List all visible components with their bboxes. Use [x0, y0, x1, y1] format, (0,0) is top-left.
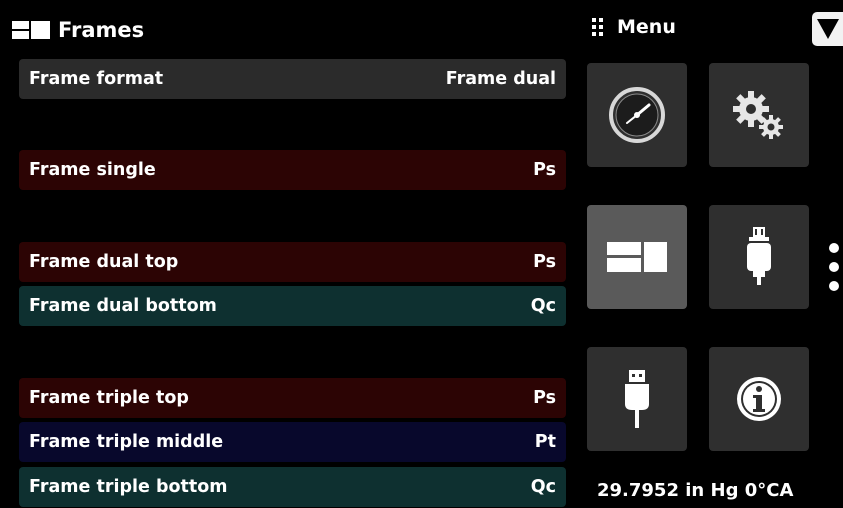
- frame-triple-middle-row[interactable]: Frame triple middle Pt: [19, 422, 566, 462]
- frame-single-row[interactable]: Frame single Ps: [19, 150, 566, 190]
- row-value: Ps: [533, 252, 556, 272]
- dropdown-button[interactable]: [812, 12, 843, 46]
- sensor-icon: [747, 227, 771, 285]
- page-dot[interactable]: [829, 243, 839, 253]
- row-label: Frame dual top: [29, 252, 179, 272]
- info-icon: [737, 377, 781, 421]
- gauge-icon: [609, 87, 665, 143]
- frame-triple-top-row[interactable]: Frame triple top Ps: [19, 378, 566, 418]
- page-indicator[interactable]: [829, 243, 839, 291]
- row-value: Qc: [530, 296, 556, 316]
- frames-icon: [12, 21, 50, 39]
- barometric-reading: 29.7952 in Hg 0°CA: [597, 480, 794, 501]
- row-value: Pt: [534, 432, 556, 452]
- frame-dual-top-row[interactable]: Frame dual top Ps: [19, 242, 566, 282]
- frame-dual-bottom-row[interactable]: Frame dual bottom Qc: [19, 286, 566, 326]
- frame-triple-bottom-row[interactable]: Frame triple bottom Qc: [19, 467, 566, 507]
- settings-tile[interactable]: [709, 63, 809, 167]
- row-label: Frame format: [29, 69, 164, 89]
- frame-format-row[interactable]: Frame format Frame dual: [19, 59, 566, 99]
- page-title: Frames: [12, 14, 144, 46]
- page-title-label: Frames: [58, 18, 145, 42]
- row-label: Frame triple middle: [29, 432, 224, 452]
- row-label: Frame single: [29, 160, 156, 180]
- row-label: Frame dual bottom: [29, 296, 217, 316]
- menu-header: Menu: [592, 16, 676, 38]
- row-value: Qc: [530, 477, 556, 497]
- sensor-tile[interactable]: [709, 205, 809, 309]
- row-value: Frame dual: [445, 69, 556, 89]
- grid-icon: [592, 18, 603, 36]
- usb-tile[interactable]: [587, 347, 687, 451]
- info-tile[interactable]: [709, 347, 809, 451]
- row-value: Ps: [533, 160, 556, 180]
- gears-icon: [733, 91, 783, 139]
- triangle-down-icon: [816, 19, 839, 39]
- row-value: Ps: [533, 388, 556, 408]
- row-label: Frame triple bottom: [29, 477, 228, 497]
- menu-title-label: Menu: [617, 16, 676, 38]
- measurement-tile[interactable]: [587, 63, 687, 167]
- frames-tile[interactable]: [587, 205, 687, 309]
- page-dot[interactable]: [829, 281, 839, 291]
- frames-icon: [607, 242, 667, 272]
- row-label: Frame triple top: [29, 388, 189, 408]
- usb-icon: [625, 370, 649, 428]
- page-dot[interactable]: [829, 262, 839, 272]
